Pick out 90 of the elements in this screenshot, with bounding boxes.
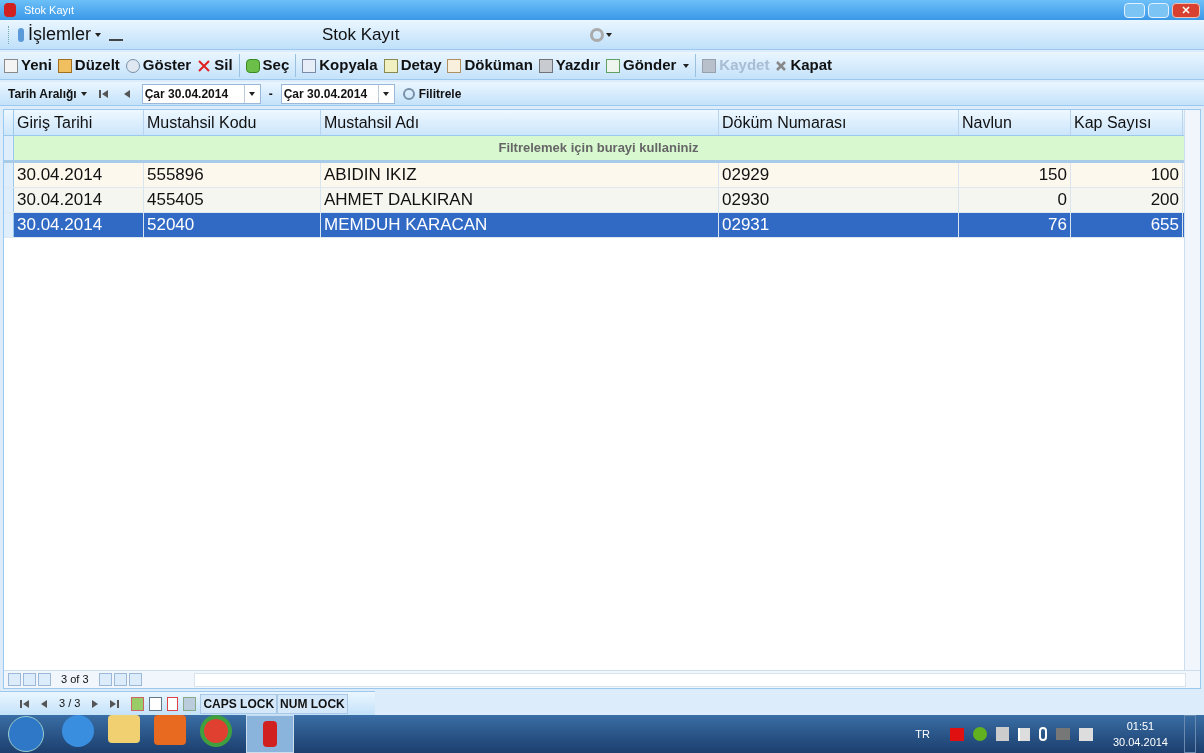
table-cell: AHMET DALKIRAN: [321, 188, 719, 212]
first-icon: [98, 89, 108, 98]
table-cell: 30.04.2014: [14, 163, 144, 187]
previous-icon: [123, 89, 130, 98]
range-separator: -: [268, 85, 273, 103]
caret-icon: [383, 91, 390, 96]
table-cell: 30.04.2014: [14, 188, 144, 212]
table-row[interactable]: 30.04.2014 52040 MEMDUH KARACAN 02931 76 655: [4, 213, 1184, 238]
battery-icon: [1038, 727, 1047, 741]
clock-date: 30.04.2014: [1112, 735, 1168, 750]
next-button[interactable]: [92, 699, 99, 708]
start-button[interactable]: [8, 716, 44, 752]
window-title: Stok Kayıt: [24, 2, 75, 18]
vertical-scrollbar[interactable]: [1184, 110, 1200, 670]
filter-button[interactable]: Filitrele: [402, 84, 462, 103]
caps-lock-indicator: CAPS LOCK: [200, 693, 278, 714]
column-header[interactable]: Döküm Numarası: [719, 110, 959, 135]
toolbar-button[interactable]: Detay: [383, 54, 442, 77]
table-row[interactable]: 30.04.2014 555896 ABIDIN IKIZ 02929 150 100: [4, 163, 1184, 188]
tray-icon: [949, 727, 964, 741]
menu-button[interactable]: İşlemler: [28, 21, 101, 48]
column-header[interactable]: Kap Sayısı: [1071, 110, 1183, 135]
next-page-button[interactable]: [113, 673, 127, 686]
previous-page-button[interactable]: [23, 673, 36, 686]
clock-time: 01:51: [1126, 719, 1155, 734]
last-icon: [110, 699, 120, 708]
form-title: Stok Kayıt: [322, 23, 400, 46]
previous-icon: [41, 699, 47, 708]
date-field[interactable]: Çar 30.04.2014: [141, 83, 261, 104]
date-field[interactable]: Çar 30.04.2014: [280, 83, 395, 104]
table-cell: 655: [1071, 213, 1183, 237]
previous-button[interactable]: [41, 699, 47, 708]
caret-icon: [249, 91, 256, 96]
toolbar-button[interactable]: Yazdır: [538, 54, 600, 77]
table-cell: 555896: [144, 163, 321, 187]
table-cell: 02931: [719, 213, 959, 237]
toolbar-button[interactable]: Kapat: [775, 54, 833, 77]
first-icon: [20, 699, 29, 708]
column-header[interactable]: Mustahsil Kodu: [144, 110, 321, 135]
previous-record-button[interactable]: [38, 673, 51, 686]
caret-icon: [683, 63, 690, 68]
table-cell: 02929: [719, 163, 959, 187]
show-desktop-button[interactable]: [1184, 715, 1196, 753]
last-button[interactable]: [110, 699, 120, 708]
table-cell: ABIDIN IKIZ: [321, 163, 719, 187]
next-record-page-button[interactable]: [98, 673, 112, 686]
column-header[interactable]: Navlun: [959, 110, 1071, 135]
toolbar-button[interactable]: Yeni: [4, 54, 52, 77]
table-cell: MEMDUH KARACAN: [321, 213, 719, 237]
settings-button[interactable]: [590, 27, 612, 42]
toolbar-button[interactable]: Seç: [245, 54, 290, 77]
horizontal-scrollbar[interactable]: [193, 672, 1186, 687]
close-button[interactable]: [1172, 2, 1200, 18]
table-row[interactable]: 30.04.2014 455405 AHMET DALKIRAN 02930 0 200: [4, 188, 1184, 213]
tray-icon: [995, 727, 1009, 741]
minimize-button[interactable]: [1124, 2, 1145, 18]
app-taskbar-button[interactable]: [246, 715, 294, 753]
toolbar-button[interactable]: Sil: [197, 54, 233, 77]
language-indicator: TR: [915, 726, 930, 742]
table-cell: 100: [1071, 163, 1183, 187]
toolbar-button[interactable]: Döküman: [447, 54, 533, 77]
first-button[interactable]: [20, 699, 29, 708]
date-range-dropdown[interactable]: Tarih Aralığı: [8, 84, 87, 103]
caret-icon: [606, 32, 612, 37]
table-cell: 30.04.2014: [14, 213, 144, 237]
toolbar-button[interactable]: Göster: [125, 54, 192, 77]
toolbar-button[interactable]: Gönder: [606, 54, 690, 77]
table-cell: 150: [959, 163, 1071, 187]
table-cell: 0: [959, 188, 1071, 212]
caret-icon: [80, 91, 87, 96]
caret-icon: [95, 32, 101, 37]
next-icon: [92, 699, 99, 708]
close-icon: [1182, 6, 1190, 14]
table-cell: 52040: [144, 213, 321, 237]
last-page-button[interactable]: [128, 673, 142, 686]
num-lock-indicator: NUM LOCK: [277, 693, 348, 714]
column-header[interactable]: Mustahsil Adı: [321, 110, 719, 135]
table-cell: 02930: [719, 188, 959, 212]
close-icon: [775, 59, 788, 72]
record-counter: 3 of 3: [61, 672, 89, 688]
restore-button[interactable]: [1148, 2, 1169, 18]
column-header[interactable]: Giriş Tarihi: [14, 110, 144, 135]
record-position: 3 / 3: [59, 696, 81, 712]
table-cell: 455405: [144, 188, 321, 212]
toolbar-button[interactable]: Kopyala: [302, 54, 378, 77]
first-page-button[interactable]: [8, 673, 21, 686]
close-icon: [197, 58, 212, 73]
table-cell: 76: [959, 213, 1071, 237]
table-cell: 200: [1071, 188, 1183, 212]
toolbar-button[interactable]: Düzelt: [57, 54, 120, 77]
